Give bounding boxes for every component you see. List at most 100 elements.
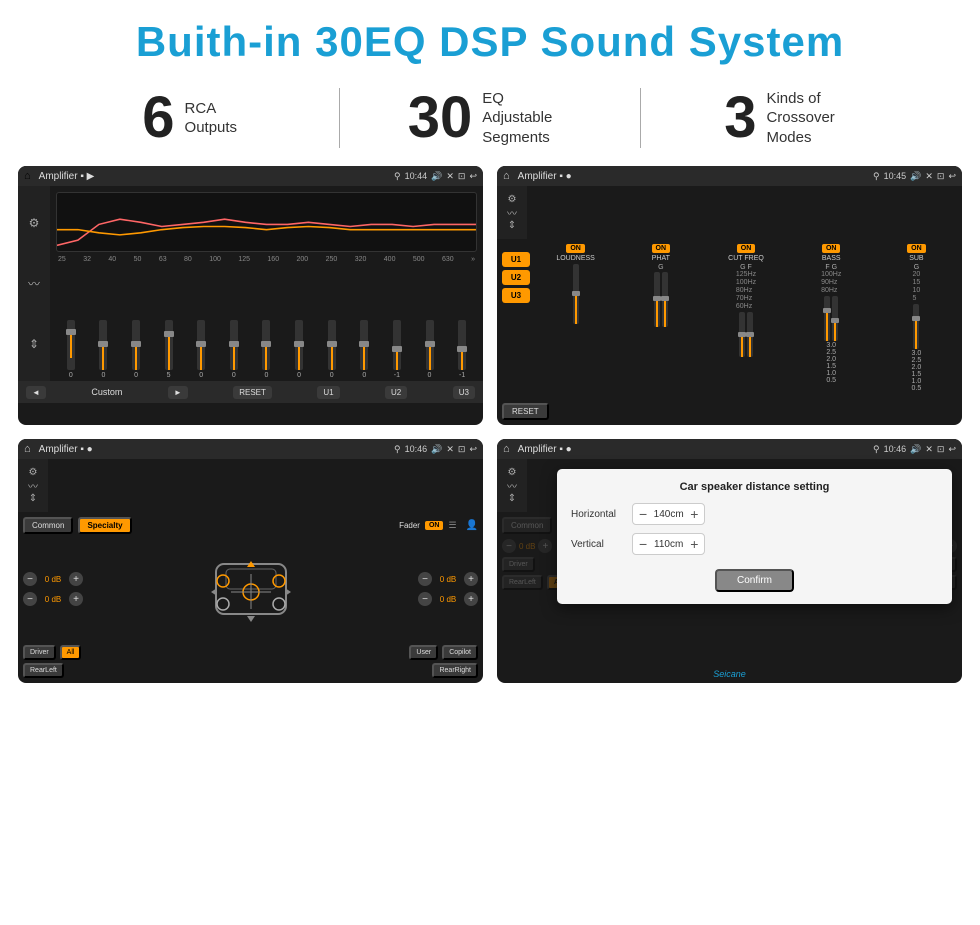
dist-confirm-button[interactable]: Confirm <box>715 569 794 592</box>
eq-reset-button[interactable]: RESET <box>233 386 272 399</box>
fader-toggle-lines[interactable]: ☰ <box>448 520 456 531</box>
fader-back-icon[interactable]: ↩ <box>469 444 477 455</box>
eq-next-button[interactable]: ► <box>168 386 188 399</box>
fader-sidebar-icon-2[interactable]: 〰 <box>28 478 38 493</box>
fader-expand-icon[interactable]: ⊡ <box>458 444 466 455</box>
eq-vol-icon[interactable]: 🔊 <box>431 171 442 182</box>
amp-u2-button[interactable]: U2 <box>502 270 530 285</box>
fader-home-icon[interactable]: ⌂ <box>24 443 31 455</box>
fader-fl-minus[interactable]: − <box>23 572 37 586</box>
fader-fr-plus[interactable]: + <box>464 572 478 586</box>
eq-slider-2[interactable]: 0 <box>89 320 119 379</box>
eq-time: 10:44 <box>405 171 428 181</box>
fader-rearright-btn[interactable]: RearRight <box>432 663 478 678</box>
dist-back-icon[interactable]: ↩ <box>948 444 956 455</box>
amp-home-icon[interactable]: ⌂ <box>503 170 510 182</box>
amp-u1-button[interactable]: U1 <box>502 252 530 267</box>
fader-pin-icon: ⚲ <box>394 444 401 455</box>
fader-copilot-btn[interactable]: Copilot <box>442 645 478 660</box>
dist-common-tab[interactable]: Common <box>502 517 552 534</box>
fader-screen: ⌂ Amplifier ▪ ● ⚲ 10:46 🔊 ✕ ⊡ ↩ ⚙ 〰 ⇕ <box>18 439 483 683</box>
stats-row: 6 RCAOutputs 30 EQ AdjustableSegments 3 … <box>0 76 980 166</box>
eq-slider-5[interactable]: 0 <box>186 320 216 379</box>
stat-crossover-label: Kinds ofCrossover Modes <box>766 89 856 148</box>
amp-u3-button[interactable]: U3 <box>502 288 530 303</box>
fader-car-diagram <box>89 539 412 639</box>
dist-vertical-plus[interactable]: + <box>690 536 698 552</box>
eq-slider-13[interactable]: -1 <box>447 320 477 379</box>
amp-back-icon[interactable]: ↩ <box>948 171 956 182</box>
eq-back-icon[interactable]: ↩ <box>469 171 477 182</box>
cutfreq-on-badge[interactable]: ON <box>737 244 756 253</box>
dist-home-icon[interactable]: ⌂ <box>503 443 510 455</box>
fader-sidebar-icon-3[interactable]: ⇕ <box>29 493 37 504</box>
eq-slider-11[interactable]: -1 <box>382 320 412 379</box>
sub-on-badge[interactable]: ON <box>907 244 926 253</box>
fader-fl-plus[interactable]: + <box>69 572 83 586</box>
fader-rr-plus[interactable]: + <box>464 592 478 606</box>
eq-slider-10[interactable]: 0 <box>349 320 379 379</box>
fader-all-btn[interactable]: All <box>60 645 82 660</box>
eq-slider-7[interactable]: 0 <box>252 320 282 379</box>
dist-expand-icon[interactable]: ⊡ <box>937 444 945 455</box>
amp-x-icon[interactable]: ✕ <box>925 171 933 182</box>
amp-expand-icon[interactable]: ⊡ <box>937 171 945 182</box>
eq-slider-8[interactable]: 0 <box>284 320 314 379</box>
fader-specialty-tab[interactable]: Specialty <box>78 517 131 534</box>
dist-horizontal-minus[interactable]: − <box>639 506 647 522</box>
loudness-on-badge[interactable]: ON <box>566 244 585 253</box>
eq-prev-button[interactable]: ◄ <box>26 386 46 399</box>
fader-on-badge[interactable]: ON <box>425 521 444 530</box>
amp-sidebar-icon-3[interactable]: ⇕ <box>508 220 516 231</box>
dist-dialog-title: Car speaker distance setting <box>571 481 938 493</box>
eq-slider-9[interactable]: 0 <box>317 320 347 379</box>
dist-sidebar-icon-1[interactable]: ⚙ <box>508 467 517 478</box>
eq-expand-icon[interactable]: ⊡ <box>458 171 466 182</box>
dist-vertical-minus[interactable]: − <box>639 536 647 552</box>
amp-vol-icon[interactable]: 🔊 <box>910 171 921 182</box>
dist-sidebar-icon-2[interactable]: 〰 <box>507 478 517 493</box>
dist-x-icon[interactable]: ✕ <box>925 444 933 455</box>
fader-common-tab[interactable]: Common <box>23 517 73 534</box>
dist-sidebar-icon-3[interactable]: ⇕ <box>508 493 516 504</box>
eq-u3-button[interactable]: U3 <box>453 386 475 399</box>
eq-slider-12[interactable]: 0 <box>415 320 445 379</box>
fader-user-btn[interactable]: User <box>409 645 438 660</box>
fader-x-icon[interactable]: ✕ <box>446 444 454 455</box>
eq-slider-4[interactable]: 5 <box>154 320 184 379</box>
dist-screen-title: Amplifier ▪ ● <box>518 444 869 455</box>
stat-rca-number: 6 <box>142 89 174 147</box>
phat-on-badge[interactable]: ON <box>652 244 671 253</box>
fader-fr-minus[interactable]: − <box>418 572 432 586</box>
fader-rl-plus[interactable]: + <box>69 592 83 606</box>
fader-rearleft-btn[interactable]: RearLeft <box>23 663 64 678</box>
eq-icon-2[interactable]: 〰 <box>28 275 40 292</box>
amp-sidebar-icon-2[interactable]: 〰 <box>507 205 517 220</box>
fader-sidebar-icon-1[interactable]: ⚙ <box>29 467 38 478</box>
eq-slider-6[interactable]: 0 <box>219 320 249 379</box>
eq-icon-1[interactable]: ⚙ <box>29 216 40 230</box>
bass-on-badge[interactable]: ON <box>822 244 841 253</box>
fader-person-icon[interactable]: 👤 <box>466 520 478 531</box>
fader-driver-btn[interactable]: Driver <box>23 645 56 660</box>
dist-vol-icon[interactable]: 🔊 <box>910 444 921 455</box>
amp-reset-button[interactable]: RESET <box>502 403 549 420</box>
eq-u2-button[interactable]: U2 <box>385 386 407 399</box>
seicane-watermark: Seicane <box>713 669 746 679</box>
eq-pin-icon: ⚲ <box>394 171 401 182</box>
eq-x-icon[interactable]: ✕ <box>446 171 454 182</box>
stat-crossover: 3 Kinds ofCrossover Modes <box>641 89 940 148</box>
dist-horizontal-plus[interactable]: + <box>690 506 698 522</box>
amp-time: 10:45 <box>884 171 907 181</box>
fader-rl-minus[interactable]: − <box>23 592 37 606</box>
eq-home-icon[interactable]: ⌂ <box>24 170 31 182</box>
eq-u1-button[interactable]: U1 <box>317 386 339 399</box>
eq-icon-3[interactable]: ⇕ <box>29 337 39 351</box>
fader-rr-minus[interactable]: − <box>418 592 432 606</box>
amp-sidebar-icon-1[interactable]: ⚙ <box>508 194 517 205</box>
fader-vol-icon[interactable]: 🔊 <box>431 444 442 455</box>
fader-rr-row: − 0 dB + <box>418 592 478 606</box>
eq-slider-3[interactable]: 0 <box>121 320 151 379</box>
stat-eq: 30 EQ AdjustableSegments <box>340 89 639 148</box>
eq-slider-1[interactable]: 0 <box>56 320 86 379</box>
